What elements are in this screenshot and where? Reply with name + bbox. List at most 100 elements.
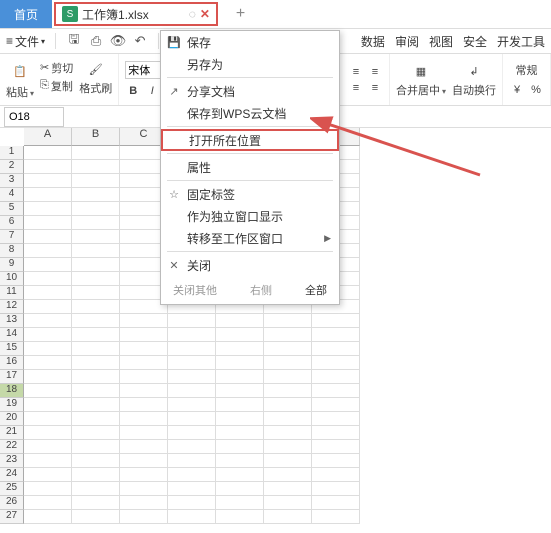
menu-item[interactable]: 💾保存 <box>161 31 339 53</box>
cell[interactable] <box>168 510 216 524</box>
save-icon[interactable]: 🖫 <box>66 33 82 49</box>
cell[interactable] <box>72 258 120 272</box>
italic-button[interactable]: I <box>144 83 160 99</box>
row-header[interactable]: 26 <box>0 496 24 510</box>
cell[interactable] <box>120 482 168 496</box>
cell[interactable] <box>24 258 72 272</box>
row-header[interactable]: 18 <box>0 384 24 398</box>
align-icon[interactable]: ≡ <box>367 64 383 80</box>
row-header[interactable]: 9 <box>0 258 24 272</box>
cell[interactable] <box>312 496 360 510</box>
cell[interactable] <box>120 328 168 342</box>
menu-item[interactable]: 保存到WPS云文档 <box>161 102 339 124</box>
tab-close-icon[interactable]: ✕ <box>200 7 210 21</box>
menu-review[interactable]: 审阅 <box>395 33 419 50</box>
cell[interactable] <box>24 496 72 510</box>
cell[interactable] <box>72 146 120 160</box>
cell[interactable] <box>264 496 312 510</box>
cell[interactable] <box>168 356 216 370</box>
cell[interactable] <box>216 468 264 482</box>
cell[interactable] <box>216 356 264 370</box>
cell[interactable] <box>24 328 72 342</box>
cell[interactable] <box>264 440 312 454</box>
cell[interactable] <box>216 398 264 412</box>
cell[interactable] <box>120 440 168 454</box>
cell[interactable] <box>120 496 168 510</box>
menu-item[interactable]: ↗分享文档 <box>161 80 339 102</box>
cell[interactable] <box>72 412 120 426</box>
cell[interactable] <box>264 454 312 468</box>
row-header[interactable]: 3 <box>0 174 24 188</box>
cell[interactable] <box>24 314 72 328</box>
menu-item[interactable]: 作为独立窗口显示 <box>161 205 339 227</box>
cell[interactable] <box>72 398 120 412</box>
row-header[interactable]: 17 <box>0 370 24 384</box>
row-header[interactable]: 25 <box>0 482 24 496</box>
currency-icon[interactable]: ¥ <box>509 82 525 98</box>
cell[interactable] <box>216 454 264 468</box>
name-box[interactable]: O18 <box>4 107 64 127</box>
paste-button[interactable]: 粘贴 <box>6 84 34 100</box>
cell[interactable] <box>216 412 264 426</box>
cell[interactable] <box>264 426 312 440</box>
menu-data[interactable]: 数据 <box>361 33 385 50</box>
cell[interactable] <box>24 412 72 426</box>
cell[interactable] <box>24 468 72 482</box>
menu-dev[interactable]: 开发工具 <box>497 33 545 50</box>
file-tab[interactable]: S 工作簿1.xlsx ◌ ✕ <box>54 2 218 26</box>
row-header[interactable]: 13 <box>0 314 24 328</box>
menu-view[interactable]: 视图 <box>429 33 453 50</box>
cell[interactable] <box>264 412 312 426</box>
row-header[interactable]: 27 <box>0 510 24 524</box>
cell[interactable] <box>168 384 216 398</box>
cell[interactable] <box>24 174 72 188</box>
cell[interactable] <box>72 510 120 524</box>
cell[interactable] <box>120 370 168 384</box>
cell[interactable] <box>312 356 360 370</box>
cell[interactable] <box>216 482 264 496</box>
home-tab[interactable]: 首页 <box>0 0 52 28</box>
menu-item[interactable]: 另存为 <box>161 53 339 75</box>
cell[interactable] <box>24 426 72 440</box>
row-header[interactable]: 2 <box>0 160 24 174</box>
cell[interactable] <box>72 384 120 398</box>
cell[interactable] <box>312 328 360 342</box>
cell[interactable] <box>168 398 216 412</box>
cell[interactable] <box>72 468 120 482</box>
preview-icon[interactable]: 👁 <box>110 33 126 49</box>
wrap-text-button[interactable]: 自动换行 <box>452 82 496 98</box>
row-header[interactable]: 16 <box>0 356 24 370</box>
cell[interactable] <box>72 426 120 440</box>
row-header[interactable]: 8 <box>0 244 24 258</box>
cell[interactable] <box>312 342 360 356</box>
cell[interactable] <box>264 342 312 356</box>
cell[interactable] <box>312 426 360 440</box>
cell[interactable] <box>312 440 360 454</box>
cell[interactable] <box>24 244 72 258</box>
cell[interactable] <box>216 510 264 524</box>
cell[interactable] <box>72 370 120 384</box>
indent-inc-icon[interactable]: ≡ <box>348 64 364 80</box>
cell[interactable] <box>24 286 72 300</box>
row-header[interactable]: 24 <box>0 468 24 482</box>
cell[interactable] <box>72 202 120 216</box>
cell[interactable] <box>24 510 72 524</box>
cell[interactable] <box>312 370 360 384</box>
cell[interactable] <box>120 398 168 412</box>
tab-feedback-icon[interactable]: ◌ <box>189 7 196 21</box>
cell[interactable] <box>312 482 360 496</box>
cell[interactable] <box>312 398 360 412</box>
menu-item[interactable]: 转移至工作区窗口▶ <box>161 227 339 249</box>
cell[interactable] <box>72 454 120 468</box>
row-header[interactable]: 7 <box>0 230 24 244</box>
cell[interactable] <box>168 496 216 510</box>
cell[interactable] <box>24 146 72 160</box>
cell[interactable] <box>72 440 120 454</box>
cell[interactable] <box>72 160 120 174</box>
cell[interactable] <box>168 370 216 384</box>
cell[interactable] <box>264 370 312 384</box>
cut-button[interactable]: ✂ 剪切 <box>40 60 73 76</box>
cell[interactable] <box>24 202 72 216</box>
row-header[interactable]: 12 <box>0 300 24 314</box>
row-header[interactable]: 11 <box>0 286 24 300</box>
